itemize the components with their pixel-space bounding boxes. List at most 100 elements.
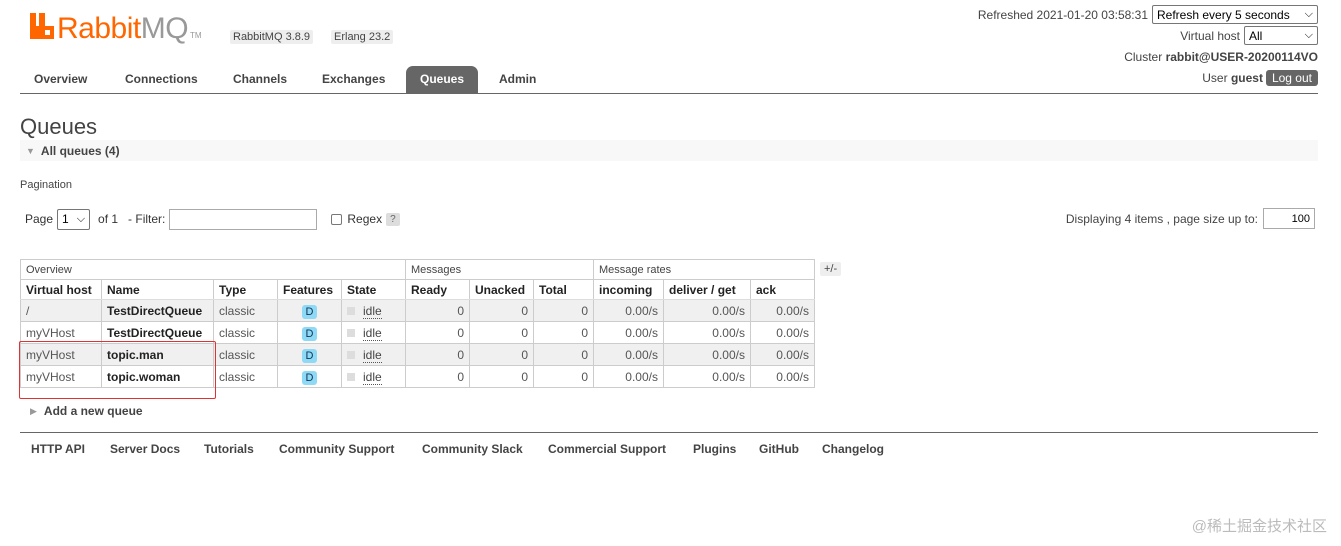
- column-header-ack[interactable]: ack: [750, 279, 815, 300]
- erlang-version: Erlang 23.2: [331, 30, 394, 44]
- column-header-virtual-host[interactable]: Virtual host: [20, 279, 102, 300]
- all-queues-section-toggle[interactable]: ▼ All queues (4): [20, 140, 1318, 161]
- regex-help-button[interactable]: ?: [386, 212, 400, 226]
- columns-toggle-button[interactable]: +/-: [820, 262, 842, 276]
- virtual-host-select[interactable]: All ⌵: [1244, 26, 1318, 45]
- add-queue-label: Add a new queue: [43, 404, 143, 418]
- cell-ack: 0.00/s: [750, 321, 815, 344]
- cell-deliver-get: 0.00/s: [663, 343, 751, 366]
- cell-type: classic: [213, 321, 278, 344]
- tab-admin[interactable]: Admin: [485, 66, 550, 93]
- page-size-input[interactable]: [1263, 208, 1315, 229]
- cell-total: 0: [533, 343, 594, 366]
- pagination-label: Pagination: [20, 179, 72, 191]
- footer-link-community-slack[interactable]: Community Slack: [422, 442, 523, 456]
- cell-total: 0: [533, 365, 594, 388]
- cell-incoming: 0.00/s: [593, 299, 664, 322]
- footer-link-community-support[interactable]: Community Support: [279, 442, 394, 456]
- cell-ready: 0: [405, 365, 470, 388]
- column-header-state[interactable]: State: [341, 279, 406, 300]
- cell-ready: 0: [405, 321, 470, 344]
- cell-state: idle: [363, 347, 382, 363]
- group-header-message-rates: Message rates: [593, 259, 815, 280]
- durable-feature-badge: D: [301, 370, 318, 385]
- cell-incoming: 0.00/s: [593, 365, 664, 388]
- cell-ack: 0.00/s: [750, 299, 815, 322]
- cell-vhost: /: [20, 299, 102, 322]
- cell-type: classic: [213, 343, 278, 366]
- cell-unacked: 0: [469, 365, 534, 388]
- filter-label: - Filter:: [128, 212, 166, 226]
- cell-incoming: 0.00/s: [593, 321, 664, 344]
- cell-type: classic: [213, 299, 278, 322]
- rabbitmq-version: RabbitMQ 3.8.9: [230, 30, 314, 44]
- cell-deliver-get: 0.00/s: [663, 321, 751, 344]
- footer-link-plugins[interactable]: Plugins: [693, 442, 736, 456]
- column-header-unacked[interactable]: Unacked: [469, 279, 534, 300]
- tab-connections[interactable]: Connections: [111, 66, 212, 93]
- column-header-ready[interactable]: Ready: [405, 279, 470, 300]
- table-column-header: Virtual host Name Type Features State Re…: [20, 279, 815, 300]
- chevron-down-icon: ⌵: [1304, 29, 1313, 41]
- column-header-features: Features: [277, 279, 342, 300]
- tab-exchanges[interactable]: Exchanges: [308, 66, 399, 93]
- cell-deliver-get: 0.00/s: [663, 365, 751, 388]
- column-header-deliver-get[interactable]: deliver / get: [663, 279, 751, 300]
- chevron-down-icon: ⌵: [1304, 8, 1313, 20]
- page-title: Queues: [20, 114, 98, 139]
- pagination-controls: Page 1 ⌵ of 1 - Filter: Regex ?: [25, 208, 400, 230]
- table-row[interactable]: / TestDirectQueue classic D idle 0 0 0 0…: [20, 299, 815, 322]
- triangle-right-icon: ▶: [30, 405, 37, 416]
- footer-link-commercial-support[interactable]: Commercial Support: [548, 442, 666, 456]
- page-select[interactable]: 1 ⌵: [57, 208, 91, 230]
- cell-unacked: 0: [469, 321, 534, 344]
- cell-state: idle: [363, 325, 382, 341]
- virtual-host-label: Virtual host: [1180, 28, 1240, 43]
- footer-link-github[interactable]: GitHub: [759, 442, 799, 456]
- state-indicator-icon: [347, 307, 355, 316]
- cell-incoming: 0.00/s: [593, 343, 664, 366]
- cell-state: idle: [363, 369, 382, 385]
- footer: HTTP API Server Docs Tutorials Community…: [20, 432, 1318, 460]
- column-header-incoming[interactable]: incoming: [593, 279, 664, 300]
- footer-link-server-docs[interactable]: Server Docs: [110, 442, 180, 456]
- tab-channels[interactable]: Channels: [219, 66, 301, 93]
- group-header-messages: Messages: [405, 259, 594, 280]
- logo-wordmark: RabbitMQ: [57, 12, 189, 45]
- cell-ready: 0: [405, 299, 470, 322]
- cell-unacked: 0: [469, 343, 534, 366]
- state-indicator-icon: [347, 329, 355, 338]
- footer-link-changelog[interactable]: Changelog: [822, 442, 884, 456]
- page-label: Page: [25, 212, 54, 226]
- page-count-label: of 1: [98, 212, 119, 226]
- filter-input[interactable]: [169, 208, 318, 230]
- cell-total: 0: [533, 321, 594, 344]
- tab-queues[interactable]: Queues: [406, 66, 479, 93]
- watermark-text: @稀土掘金技术社区: [1191, 518, 1327, 535]
- displaying-items-label: Displaying 4 items , page size up to:: [1065, 211, 1258, 226]
- main-nav: Overview Connections Channels Exchanges …: [20, 66, 1318, 94]
- footer-link-tutorials[interactable]: Tutorials: [204, 442, 254, 456]
- durable-feature-badge: D: [301, 326, 318, 341]
- column-header-type[interactable]: Type: [213, 279, 278, 300]
- cell-deliver-get: 0.00/s: [663, 299, 751, 322]
- rabbitmq-logo[interactable]: RabbitMQ TM: [30, 13, 202, 44]
- refresh-interval-select[interactable]: Refresh every 5 seconds ⌵: [1152, 5, 1318, 24]
- rabbitmq-logo-icon: [30, 13, 54, 39]
- trademark-mark: TM: [190, 31, 202, 40]
- add-new-queue-toggle[interactable]: ▶ Add a new queue: [30, 404, 143, 418]
- durable-feature-badge: D: [301, 348, 318, 363]
- durable-feature-badge: D: [301, 304, 318, 319]
- tab-overview[interactable]: Overview: [20, 66, 101, 93]
- table-group-header: Overview Messages Message rates: [20, 259, 815, 280]
- column-header-total[interactable]: Total: [533, 279, 594, 300]
- queue-name-link[interactable]: TestDirectQueue: [101, 299, 214, 322]
- state-indicator-icon: [347, 373, 355, 382]
- regex-checkbox[interactable]: [331, 213, 343, 225]
- cluster-name: rabbit@USER-20200114VO: [1165, 49, 1318, 64]
- group-header-overview: Overview: [20, 259, 406, 280]
- footer-link-http-api[interactable]: HTTP API: [31, 442, 85, 456]
- cell-total: 0: [533, 299, 594, 322]
- cell-ready: 0: [405, 343, 470, 366]
- column-header-name[interactable]: Name: [101, 279, 214, 300]
